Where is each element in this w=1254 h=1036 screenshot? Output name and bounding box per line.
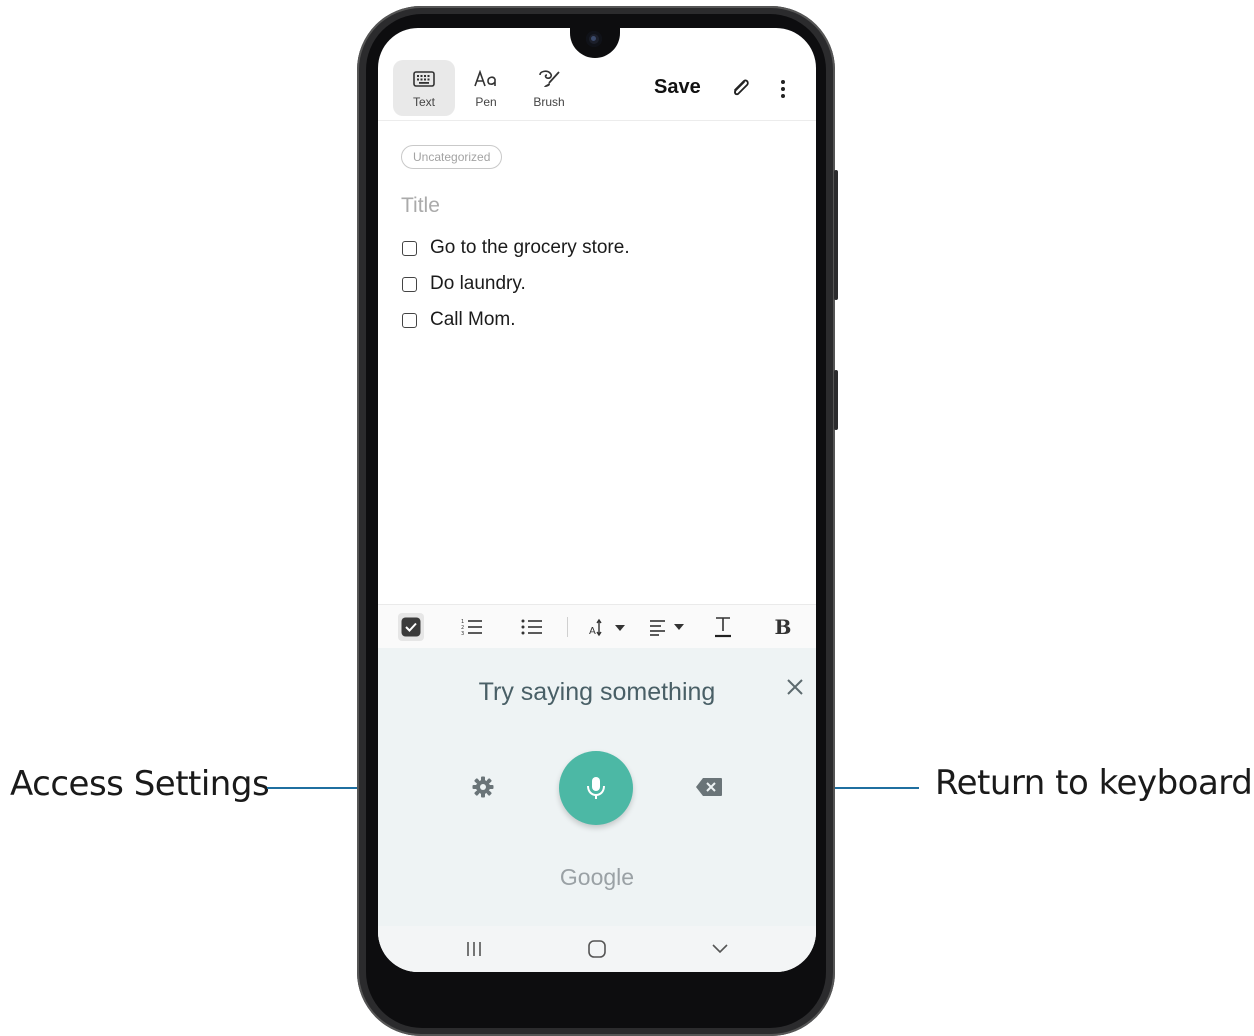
more-vertical-icon[interactable]	[778, 78, 788, 100]
callout-return-to-keyboard: Return to keyboard	[935, 763, 1253, 803]
recent-apps-button[interactable]	[462, 939, 486, 959]
bold-button[interactable]: B	[772, 615, 794, 639]
font-size-icon: A	[589, 618, 625, 637]
bold-icon: B	[774, 615, 792, 639]
voice-input-panel: Try saying something Google	[378, 648, 816, 926]
close-icon[interactable]	[786, 678, 804, 696]
checklist-item-text: Call Mom.	[430, 309, 516, 330]
bullet-list-icon	[521, 619, 542, 635]
checklist-item[interactable]: Go to the grocery store.	[402, 233, 630, 263]
callout-access-settings: Access Settings	[10, 764, 270, 804]
backspace-keyboard-icon[interactable]	[695, 777, 723, 797]
checkbox-format-button[interactable]	[398, 613, 424, 641]
voice-prompt: Try saying something	[478, 678, 716, 706]
brush-mode-label: Brush	[533, 95, 565, 109]
svg-text:A: A	[589, 626, 596, 637]
checklist-item[interactable]: Do laundry.	[402, 269, 526, 299]
checkbox[interactable]	[402, 312, 417, 328]
home-icon	[588, 940, 606, 958]
checkbox-icon	[401, 617, 421, 637]
align-icon	[650, 620, 684, 636]
checkbox[interactable]	[402, 240, 417, 256]
front-camera	[586, 31, 602, 47]
title-input[interactable]: Title	[401, 194, 440, 218]
google-brand-label: Google	[559, 864, 635, 890]
numbered-list-icon: 123	[461, 619, 482, 636]
power-key	[834, 370, 838, 430]
microphone-icon	[587, 777, 605, 799]
phone-screen: Text Pen Brush Save Uncategorized Title …	[378, 28, 816, 972]
text-mode-label: Text	[412, 95, 435, 109]
text-mode-button[interactable]: Text	[393, 60, 455, 116]
bullet-list-button[interactable]	[520, 615, 544, 639]
microphone-button[interactable]	[559, 751, 633, 825]
checkbox[interactable]	[402, 276, 417, 292]
pen-mode-button[interactable]: Pen	[455, 60, 517, 116]
hide-keyboard-icon	[712, 944, 728, 954]
save-button[interactable]: Save	[654, 76, 701, 99]
pen-text-icon	[455, 68, 517, 90]
format-toolbar: 123 A B	[378, 604, 816, 649]
category-chip[interactable]: Uncategorized	[401, 145, 503, 169]
recent-apps-icon	[467, 942, 481, 956]
brush-mode-button[interactable]: Brush	[518, 60, 580, 116]
volume-key	[834, 170, 838, 300]
checklist-item-text: Do laundry.	[430, 273, 526, 294]
align-button[interactable]	[648, 615, 688, 639]
font-size-button[interactable]: A	[588, 615, 628, 639]
keyboard-icon	[393, 68, 455, 90]
pen-mode-label: Pen	[475, 95, 497, 109]
format-divider	[567, 617, 568, 637]
hide-keyboard-button[interactable]	[708, 939, 732, 959]
underline-button[interactable]	[711, 615, 735, 639]
brush-icon	[518, 68, 580, 90]
paperclip-icon[interactable]	[730, 77, 752, 99]
checklist-item-text: Go to the grocery store.	[430, 237, 630, 258]
navigation-bar	[378, 926, 816, 972]
settings-gear-icon[interactable]	[472, 776, 494, 798]
underline-icon	[715, 617, 731, 638]
home-button[interactable]	[585, 939, 609, 959]
svg-text:3: 3	[461, 631, 464, 636]
numbered-list-button[interactable]: 123	[460, 615, 484, 639]
checklist-item[interactable]: Call Mom.	[402, 305, 516, 335]
